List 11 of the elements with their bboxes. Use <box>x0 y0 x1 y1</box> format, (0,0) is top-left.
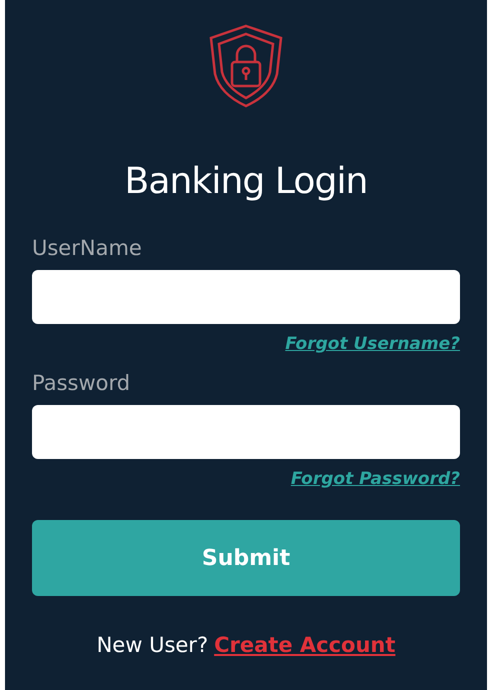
submit-button[interactable]: Submit <box>32 520 460 596</box>
input-field[interactable] <box>32 405 460 459</box>
login-title: Banking Login <box>124 164 368 200</box>
input-field[interactable] <box>32 270 460 324</box>
new-user-text: New User? <box>96 632 208 659</box>
field-label: Password <box>32 373 132 394</box>
create-account-link[interactable]: Create Account <box>214 630 396 662</box>
forgot-link[interactable]: Forgot Username? <box>285 336 460 353</box>
shield-lock-icon <box>207 24 285 108</box>
forgot-link[interactable]: Forgot Password? <box>290 471 460 488</box>
field-label: UserName <box>32 238 143 259</box>
